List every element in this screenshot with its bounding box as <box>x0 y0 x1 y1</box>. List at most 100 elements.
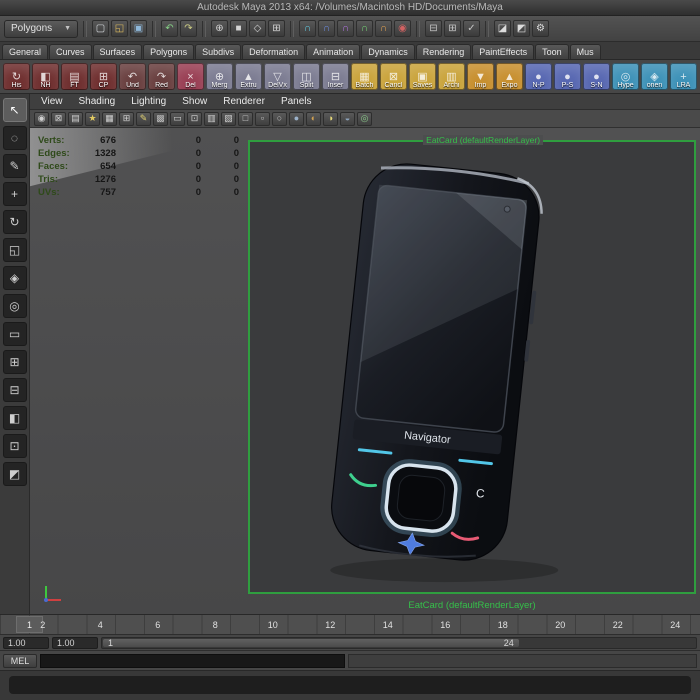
lasso-tool[interactable]: ◌ <box>2 126 27 150</box>
panel-menu-item[interactable]: Panels <box>274 96 319 107</box>
inser[interactable]: ⊟ Inser <box>322 63 349 90</box>
select-object-icon[interactable]: ■ <box>230 20 247 37</box>
camera-view-gate[interactable]: EatCard (defaultRenderLayer) Navigator C <box>248 135 696 594</box>
shelf-tab[interactable]: Subdivs <box>195 44 242 59</box>
n-p[interactable]: ● N-P <box>525 63 552 90</box>
his[interactable]: ↻ His <box>3 63 30 90</box>
mel-input[interactable] <box>40 653 346 668</box>
universal-manipulator-tool[interactable]: ◈ <box>2 266 27 290</box>
shelf-tab[interactable]: Rendering <box>415 44 472 59</box>
snap-to-point-icon[interactable]: ∩ <box>337 20 354 37</box>
grid-icon[interactable]: ▩ <box>153 111 168 126</box>
split[interactable]: ◫ Split <box>293 63 320 90</box>
snap-to-view-plane-icon[interactable]: ∩ <box>356 20 373 37</box>
rotate-tool[interactable]: ↻ <box>2 210 27 234</box>
panel-menu-item[interactable]: Lighting <box>124 96 173 107</box>
resolution-gate-icon[interactable]: ⊡ <box>187 111 202 126</box>
cp[interactable]: ⊞ CP <box>90 63 117 90</box>
panel-menu-item[interactable]: Renderer <box>216 96 272 107</box>
time-slider[interactable]: 1 2 4 6 8 10 12 14 16 18 20 22 24 <box>0 614 700 634</box>
layout-single-pane-button[interactable]: ▭ <box>2 322 27 346</box>
lra[interactable]: + LRA <box>670 63 697 90</box>
gate-mask-icon[interactable]: ▥ <box>204 111 219 126</box>
output-connections-icon[interactable]: ⊞ <box>444 20 461 37</box>
p-s[interactable]: ● P-S <box>554 63 581 90</box>
phone-model[interactable]: Navigator C <box>250 142 694 592</box>
playback-start-field[interactable]: 1.00 <box>52 636 98 649</box>
shelf-tab[interactable]: Mus <box>569 44 601 59</box>
2d-pan-zoom-icon[interactable]: ⊞ <box>119 111 134 126</box>
cancl[interactable]: ⊠ Cancl <box>380 63 407 90</box>
lock-camera-icon[interactable]: ⊠ <box>51 111 66 126</box>
layout-four-pane-button[interactable]: ⊞ <box>2 350 27 374</box>
saves[interactable]: ▣ Saves <box>409 63 436 90</box>
redo-icon[interactable]: ↷ <box>180 20 197 37</box>
viewport[interactable]: Verts: 676 0 0 Edges: 1328 0 0 Faces: 65… <box>30 128 700 614</box>
smooth-shade-mode-icon[interactable]: ● <box>289 111 304 126</box>
archi[interactable]: ▥ Archi <box>438 63 465 90</box>
snap-to-surface-icon[interactable]: ∩ <box>375 20 392 37</box>
nh[interactable]: ◧ NH <box>32 63 59 90</box>
render-settings-icon[interactable]: ⚙ <box>532 20 549 37</box>
construction-history-icon[interactable]: ✓ <box>463 20 480 37</box>
open-scene-icon[interactable]: ◱ <box>111 20 128 37</box>
red[interactable]: ↷ Red <box>148 63 175 90</box>
und[interactable]: ↶ Und <box>119 63 146 90</box>
panel-menu-item[interactable]: Show <box>175 96 214 107</box>
shelf-tab[interactable]: Dynamics <box>361 44 415 59</box>
layout-hypershade-button[interactable]: ◩ <box>2 462 27 486</box>
new-scene-icon[interactable]: ▢ <box>92 20 109 37</box>
select-tool[interactable]: ↖ <box>2 98 27 122</box>
shelf-tab[interactable]: Surfaces <box>92 44 143 59</box>
select-hierarchy-icon[interactable]: ⊕ <box>211 20 228 37</box>
make-live-icon[interactable]: ◉ <box>394 20 411 37</box>
use-all-lights-icon[interactable]: ◑ <box>323 111 338 126</box>
paint-select-tool[interactable]: ✎ <box>2 154 27 178</box>
wireframe-mode-icon[interactable]: ○ <box>272 111 287 126</box>
range-slider-track[interactable]: 1 24 <box>101 636 697 649</box>
render-current-frame-icon[interactable]: ◪ <box>494 20 511 37</box>
extru[interactable]: ▲ Extru <box>235 63 262 90</box>
expo[interactable]: ▲ Expo <box>496 63 523 90</box>
ipr-render-icon[interactable]: ◩ <box>513 20 530 37</box>
select-component-icon[interactable]: ◇ <box>249 20 266 37</box>
safe-title-icon[interactable]: ▫ <box>255 111 270 126</box>
shelf-tab[interactable]: PaintEffects <box>472 44 535 59</box>
ft[interactable]: ▤ FT <box>61 63 88 90</box>
shadows-icon[interactable]: ◒ <box>340 111 355 126</box>
isolate-select-icon[interactable]: ◎ <box>357 111 372 126</box>
field-chart-icon[interactable]: ▧ <box>221 111 236 126</box>
panel-menu-item[interactable]: Shading <box>72 96 123 107</box>
layout-two-pane-button[interactable]: ⊟ <box>2 378 27 402</box>
film-gate-icon[interactable]: ▭ <box>170 111 185 126</box>
bookmark-icon[interactable]: ★ <box>85 111 100 126</box>
grease-pencil-icon[interactable]: ✎ <box>136 111 151 126</box>
select-camera-icon[interactable]: ◉ <box>34 111 49 126</box>
menu-set-selector[interactable]: Polygons ▼ <box>4 19 78 38</box>
panel-menu-item[interactable]: View <box>34 96 70 107</box>
del[interactable]: × Del <box>177 63 204 90</box>
layout-persp-outliner-button[interactable]: ◧ <box>2 406 27 430</box>
input-connections-icon[interactable]: ⊟ <box>425 20 442 37</box>
merg[interactable]: ⊕ Merg <box>206 63 233 90</box>
shelf-tab[interactable]: General <box>2 44 49 59</box>
mel-toggle-button[interactable]: MEL <box>3 653 37 668</box>
move-tool[interactable]: + <box>2 182 27 206</box>
batch[interactable]: ▦ Batch <box>351 63 378 90</box>
shelf-tab[interactable]: Animation <box>306 44 361 59</box>
scale-tool[interactable]: ◱ <box>2 238 27 262</box>
shelf-tab[interactable]: Polygons <box>143 44 195 59</box>
safe-action-icon[interactable]: □ <box>238 111 253 126</box>
textured-mode-icon[interactable]: ◐ <box>306 111 321 126</box>
save-scene-icon[interactable]: ▣ <box>130 20 147 37</box>
imp[interactable]: ▼ Imp <box>467 63 494 90</box>
snap-to-curve-icon[interactable]: ∩ <box>318 20 335 37</box>
undo-icon[interactable]: ↶ <box>161 20 178 37</box>
layout-persp-graph-button[interactable]: ⊡ <box>2 434 27 458</box>
delvx[interactable]: ▽ DelVx <box>264 63 291 90</box>
soft-modification-tool[interactable]: ◎ <box>2 294 27 318</box>
shelf-tab[interactable]: Curves <box>49 44 92 59</box>
shelf-tab[interactable]: Deformation <box>242 44 306 59</box>
snap-to-grid-icon[interactable]: ∩ <box>299 20 316 37</box>
orien[interactable]: ◈ orien <box>641 63 668 90</box>
